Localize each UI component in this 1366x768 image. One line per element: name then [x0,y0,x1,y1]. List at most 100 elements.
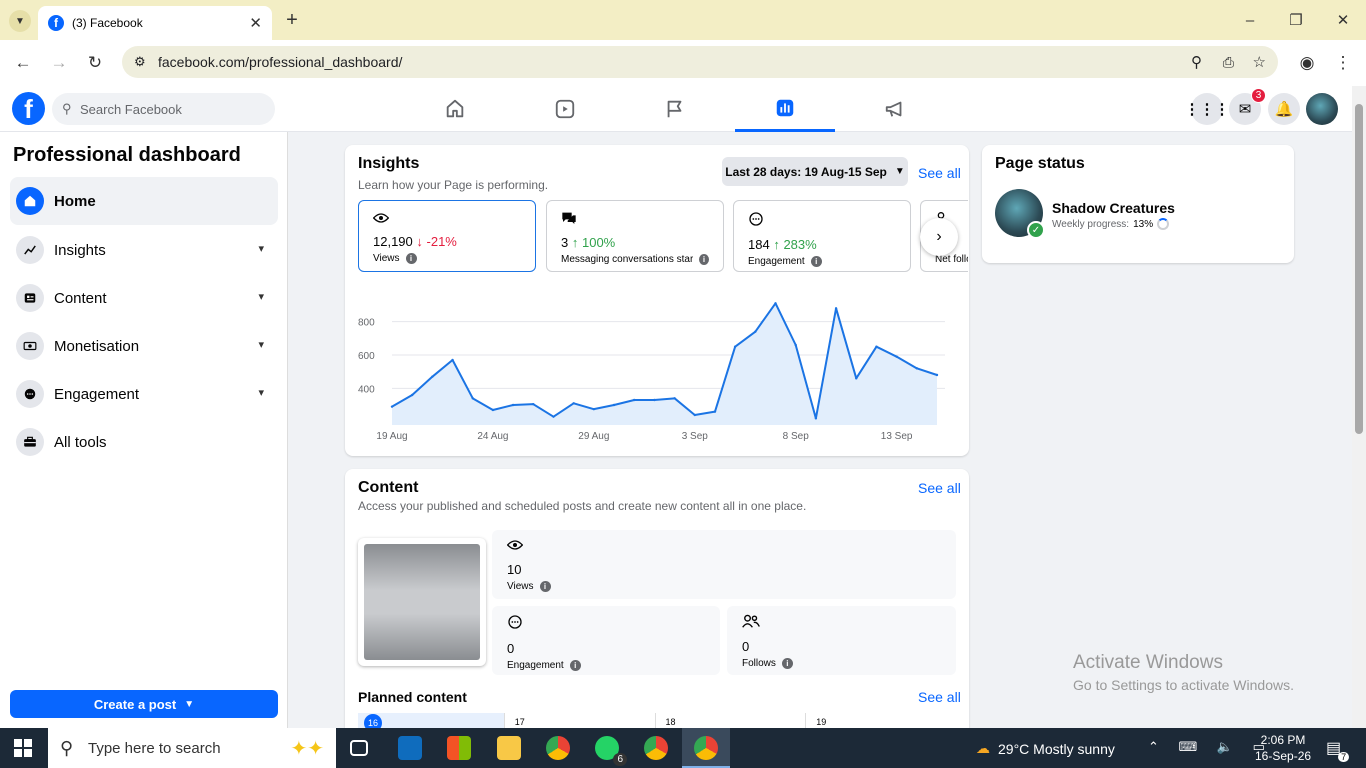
content-subtitle: Access your published and scheduled post… [358,499,807,513]
bookmark-star-icon[interactable]: ☆ [1253,53,1266,71]
scrollbar-thumb[interactable] [1355,104,1363,434]
content-see-all-link[interactable]: See all [918,480,961,496]
sidebar-item-label: Home [54,192,96,210]
grid-icon: ⋮⋮⋮ [1184,101,1230,118]
info-icon[interactable]: i [569,660,581,671]
info-icon[interactable]: i [539,581,551,592]
clock-date: 16-Sep-26 [1255,749,1312,763]
chrome-icon[interactable] [546,736,570,760]
menu-grid-button[interactable]: ⋮⋮⋮ [1185,93,1230,125]
page-title: Professional dashboard [13,144,241,166]
nav-ads-tab[interactable] [845,86,945,132]
window-close-icon[interactable]: ✕ [1333,10,1353,30]
sidebar-item-all-tools[interactable]: All tools [10,418,278,466]
taskbar-search-input[interactable]: ⚲ Type here to search ✦✦ [48,728,336,768]
toolbox-icon [16,428,44,456]
task-view-icon[interactable] [350,740,368,756]
content-views-label: Views [507,581,534,592]
sidebar: Professional dashboard Home Insights ▾ C… [0,132,288,728]
post-thumbnail[interactable] [358,538,486,666]
chrome-active-icon[interactable] [694,736,718,760]
planned-see-all-link[interactable]: See all [918,689,961,705]
calendar-day[interactable]: 17 [505,713,656,728]
sidebar-item-label: All tools [54,433,107,451]
browser-menu-icon[interactable]: ⋮ [1331,51,1355,75]
money-icon [16,332,44,360]
chat-bubble-icon [507,614,705,635]
content-title: Content [358,479,419,496]
install-app-icon[interactable]: ⎙ [1223,54,1234,71]
clock[interactable]: 2:06 PM 16-Sep-26 [1255,732,1311,764]
data-point [390,405,394,408]
data-point [774,302,777,305]
sidebar-item-engagement[interactable]: Engagement ▾ [10,370,278,418]
file-explorer-icon[interactable] [497,736,521,760]
progress-ring-icon [1157,218,1170,230]
forward-arrow-icon[interactable]: → [47,51,71,75]
flag-icon [667,100,682,118]
calendar-day[interactable]: 19 [806,713,956,728]
browser-tab-bar: ▼ f (3) Facebook ✕ + – ❐ ✕ [0,0,1366,40]
page-name[interactable]: Shadow Creatures [1052,200,1175,216]
nav-pages-tab[interactable] [625,86,725,132]
calendar-day[interactable]: 18 [656,713,807,728]
facebook-logo-icon[interactable]: f [12,92,45,125]
sidebar-item-insights[interactable]: Insights ▾ [10,226,278,274]
address-bar[interactable]: ⚙ facebook.com/professional_dashboard/ ⚲… [122,46,1278,78]
restore-icon[interactable]: ❐ [1286,10,1306,30]
windows-start-icon[interactable] [14,739,32,757]
nav-home-tab[interactable] [405,86,505,132]
sidebar-item-content[interactable]: Content ▾ [10,274,278,322]
outlook-icon[interactable] [398,736,422,760]
new-tab-plus-icon[interactable]: + [282,9,302,31]
nav-video-tab[interactable] [515,86,615,132]
calendar-day-number: 18 [665,717,676,727]
video-icon [555,99,575,119]
zoom-icon[interactable]: ⚲ [1191,53,1202,71]
store-icon[interactable] [447,736,471,760]
insights-card: Insights Learn how your Page is performi… [345,145,969,456]
messenger-badge: 3 [1251,88,1266,103]
data-point [834,307,838,310]
sidebar-item-monetisation[interactable]: Monetisation ▾ [10,322,278,370]
reload-icon[interactable]: ↻ [83,51,107,75]
chevron-down-icon: ▾ [258,339,264,351]
info-icon[interactable]: i [781,658,793,669]
tab-search-chevron-icon[interactable]: ▼ [9,10,31,32]
page-status-card: Page status ✓ Shadow Creatures Weekly pr… [982,145,1294,263]
notification-icon[interactable]: ▤ 7 [1326,738,1350,762]
back-arrow-icon[interactable]: ← [11,51,35,75]
x-tick-label: 3 Sep [682,431,709,442]
page-scrollbar[interactable] [1352,86,1366,728]
x-tick-label: 19 Aug [376,431,407,442]
whatsapp-icon[interactable]: 6 [595,736,627,766]
calendar-day-number: 17 [514,717,525,727]
create-post-button[interactable]: Create a post ▼ [10,690,278,718]
site-info-icon[interactable]: ⚙ [134,54,146,70]
data-point [592,407,596,411]
page-avatar[interactable]: ✓ [995,189,1045,239]
x-tick-label: 8 Sep [783,431,810,442]
facebook-favicon-icon: f [48,15,64,31]
nav-dashboard-tab[interactable] [735,86,835,132]
tab-close-icon[interactable]: ✕ [249,14,262,32]
notifications-button[interactable]: 🔔 [1268,93,1300,125]
calendar-day[interactable]: 16 [358,713,505,728]
planned-content-title: Planned content [358,689,467,705]
profile-icon[interactable]: ◉ [1295,51,1319,75]
messenger-button[interactable]: ✉ 3 [1229,88,1266,125]
account-avatar[interactable] [1306,93,1338,125]
facebook-search-input[interactable]: ⚲ Search Facebook [52,93,275,125]
minimize-icon[interactable]: – [1240,10,1260,30]
sidebar-item-label: Content [54,289,107,307]
weekly-progress-value: 13% [1133,218,1154,230]
y-tick-label: 600 [358,351,375,362]
calendar-day-number: 16 [364,714,382,728]
sidebar-item-home[interactable]: Home [10,177,278,225]
data-point [552,415,555,418]
weather-widget[interactable]: ☁ 29°C Mostly sunny [976,740,1115,757]
content-card: Content Access your published and schedu… [345,469,969,728]
bell-icon: 🔔 [1274,101,1294,118]
chrome-profile-icon[interactable] [644,736,668,760]
browser-tab[interactable]: f (3) Facebook ✕ [38,6,272,40]
